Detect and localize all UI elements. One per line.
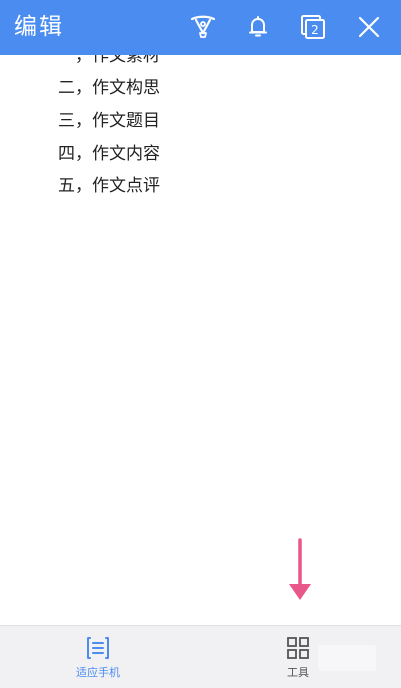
close-icon[interactable] (352, 10, 386, 44)
grid-icon (285, 635, 311, 661)
document-area[interactable]: 一，作文素材 二，作文构思 三，作文题目 四，作文内容 五，作文点评 (0, 55, 401, 625)
tabs-icon[interactable]: 2 (296, 10, 330, 44)
annotation-arrow (284, 538, 316, 606)
top-bar: 编辑 2 (0, 0, 401, 55)
fit-phone-icon (85, 635, 111, 661)
watermark-blur (318, 645, 376, 671)
list-item: 二，作文构思 (58, 78, 160, 98)
fit-phone-label: 适应手机 (76, 666, 120, 679)
list-item: 五，作文点评 (58, 176, 160, 196)
list-item: 一，作文素材 (58, 55, 160, 66)
list-item: 四，作文内容 (58, 144, 160, 164)
page-title: 编辑 (14, 14, 64, 40)
highlighter-icon[interactable] (186, 10, 220, 44)
fit-phone-button[interactable]: 适应手机 (38, 626, 158, 688)
tabs-count: 2 (311, 23, 319, 37)
bell-icon[interactable] (241, 10, 275, 44)
list-item: 三，作文题目 (58, 111, 160, 131)
